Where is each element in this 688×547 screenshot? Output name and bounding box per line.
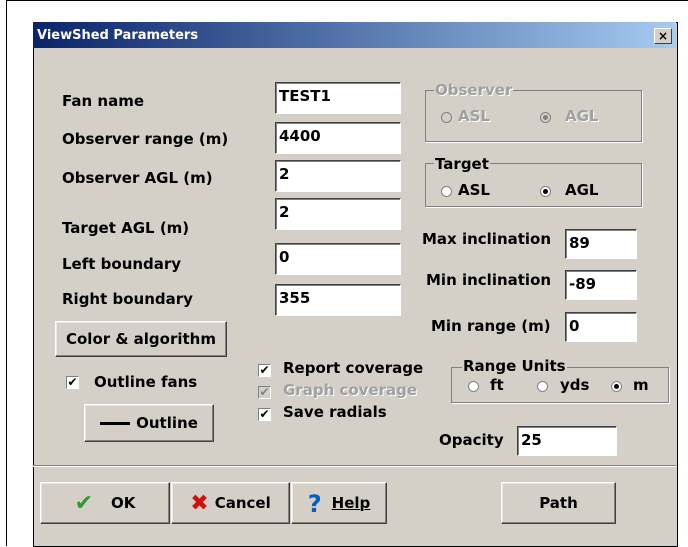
outline-button-label: Outline [136, 414, 198, 432]
outline-fans-label: Outline fans [94, 373, 198, 391]
observer-group-title: Observer [434, 81, 514, 99]
min-range-input[interactable]: 0 [565, 312, 637, 342]
color-algorithm-button[interactable]: Color & algorithm [55, 321, 227, 357]
target-agl-input[interactable]: 2 [275, 198, 401, 230]
save-radials-label: Save radials [283, 403, 387, 421]
left-boundary-label: Left boundary [62, 255, 182, 273]
min-inclination-label: Min inclination [426, 271, 552, 289]
max-inclination-label: Max inclination [422, 230, 552, 248]
range-yds-radio[interactable] [537, 381, 548, 392]
fan-name-label: Fan name [62, 92, 144, 110]
observer-asl-radio[interactable] [441, 112, 452, 123]
path-button[interactable]: Path [501, 482, 616, 524]
target-agl-label: Target AGL (m) [62, 219, 190, 237]
help-button-label: Help [331, 494, 371, 512]
target-asl-label: ASL [458, 181, 490, 199]
observer-agl-label: AGL [565, 107, 599, 125]
max-inclination-input[interactable]: 89 [565, 229, 637, 259]
target-group-title: Target [434, 155, 490, 173]
separator [33, 465, 676, 467]
x-icon: ✖ [190, 490, 209, 516]
right-boundary-input[interactable]: 355 [275, 284, 401, 316]
observer-range-label: Observer range (m) [62, 130, 229, 148]
window-title: ViewShed Parameters [37, 28, 199, 43]
right-boundary-label: Right boundary [62, 290, 193, 308]
fan-name-input[interactable]: TEST1 [275, 82, 401, 114]
range-ft-radio[interactable] [468, 381, 479, 392]
line-icon [100, 422, 131, 425]
observer-agl-radio[interactable] [540, 112, 551, 123]
ok-button-label: OK [111, 494, 136, 512]
range-m-radio[interactable] [611, 381, 622, 392]
opacity-label: Opacity [439, 431, 504, 449]
observer-asl-label: ASL [458, 107, 490, 125]
outline-button[interactable]: Outline [84, 404, 214, 442]
min-inclination-input[interactable]: -89 [565, 270, 637, 300]
left-boundary-input[interactable]: 0 [275, 243, 401, 275]
question-icon: ? [307, 489, 322, 518]
cancel-button-label: Cancel [214, 494, 271, 512]
range-m-label: m [633, 376, 649, 394]
close-button[interactable]: × [654, 28, 672, 44]
help-button[interactable]: ? Help [291, 482, 387, 524]
range-yds-label: yds [560, 376, 590, 394]
graph-coverage-label: Graph coverage [283, 381, 418, 399]
cancel-button[interactable]: ✖ Cancel [171, 482, 290, 524]
close-icon: × [657, 29, 669, 43]
range-ft-label: ft [490, 376, 504, 394]
range-units-title: Range Units [462, 357, 567, 375]
target-agl-label: AGL [565, 181, 599, 199]
observer-agl-label: Observer AGL (m) [62, 169, 213, 187]
report-coverage-checkbox[interactable]: ✔ [258, 364, 271, 377]
observer-agl-input[interactable]: 2 [275, 160, 401, 192]
opacity-input[interactable]: 25 [517, 426, 617, 456]
outline-fans-checkbox[interactable]: ✔ [66, 376, 79, 389]
report-coverage-label: Report coverage [283, 359, 424, 377]
save-radials-checkbox[interactable]: ✔ [258, 408, 271, 421]
target-asl-radio[interactable] [441, 186, 452, 197]
min-range-label: Min range (m) [431, 317, 551, 335]
target-agl-radio[interactable] [540, 186, 551, 197]
checkmark-icon: ✔ [74, 490, 94, 516]
graph-coverage-checkbox[interactable]: ✔ [258, 386, 271, 399]
observer-range-input[interactable]: 4400 [275, 122, 401, 154]
ok-button[interactable]: ✔ OK [40, 482, 170, 524]
